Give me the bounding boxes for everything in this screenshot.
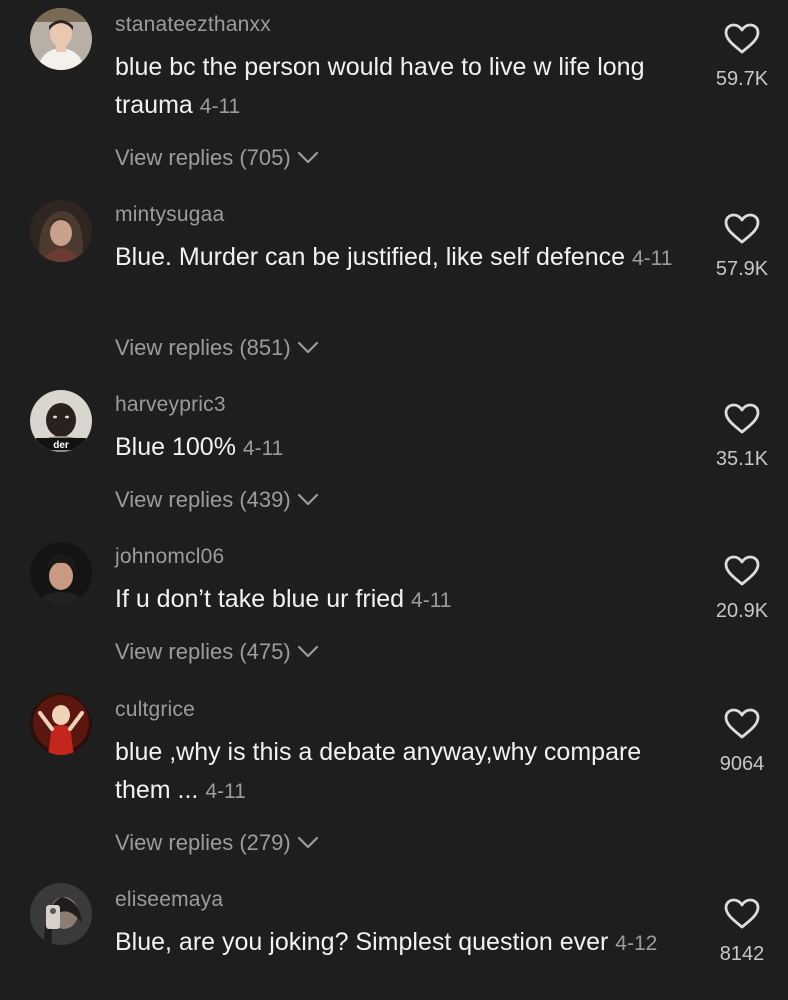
- view-replies-button[interactable]: View replies (279): [115, 830, 319, 856]
- chevron-down-icon: [297, 341, 319, 355]
- heart-icon: [724, 213, 760, 250]
- like-count: 35.1K: [715, 448, 769, 470]
- heart-icon: [724, 708, 760, 745]
- like-count: 9064: [719, 753, 765, 775]
- user-avatar[interactable]: [30, 8, 92, 70]
- like-count: 59.7K: [715, 68, 769, 90]
- view-replies-button[interactable]: View replies (705): [115, 145, 319, 171]
- comment-text-block: blue bc the person would have to live w …: [115, 48, 685, 126]
- like-button[interactable]: 59.7K: [700, 23, 784, 91]
- heart-icon: [724, 555, 760, 592]
- comment-date: 4-11: [242, 437, 284, 460]
- comment-username[interactable]: eliseemaya: [115, 888, 223, 912]
- comment-username[interactable]: stanateezthanxx: [115, 13, 271, 37]
- view-replies-button[interactable]: View replies (439): [115, 487, 319, 513]
- user-avatar[interactable]: [30, 693, 92, 755]
- like-button[interactable]: 20.9K: [700, 555, 784, 623]
- comment-text: blue ,why is this a debate anyway,why co…: [115, 738, 642, 804]
- like-count: 57.9K: [715, 258, 769, 280]
- comment-username[interactable]: cultgrice: [115, 698, 195, 722]
- chevron-down-icon: [297, 151, 319, 165]
- comment-text: Blue, are you joking? Simplest question …: [115, 928, 609, 956]
- comment-text-block: Blue. Murder can be justified, like self…: [115, 238, 685, 278]
- comment-text: Blue 100%: [115, 433, 236, 461]
- avatar-caption: der: [53, 440, 69, 451]
- view-replies-label: View replies (851): [115, 335, 291, 360]
- comment-date: 4-11: [205, 780, 246, 803]
- heart-icon: [724, 403, 760, 440]
- comment-date: 4-11: [199, 95, 241, 118]
- comment-text: blue bc the person would have to live w …: [115, 53, 645, 119]
- chevron-down-icon: [297, 493, 319, 507]
- comment-username[interactable]: johnomcl06: [115, 545, 224, 569]
- view-replies-label: View replies (439): [115, 487, 291, 512]
- user-avatar[interactable]: [30, 542, 92, 604]
- view-replies-label: View replies (475): [115, 639, 291, 664]
- comment-text: If u don’t take blue ur fried: [115, 585, 405, 613]
- like-button[interactable]: 35.1K: [700, 403, 784, 471]
- comment-text-block: blue ,why is this a debate anyway,why co…: [115, 733, 685, 811]
- heart-icon: [724, 23, 760, 60]
- comment-username[interactable]: mintysugaa: [115, 203, 224, 227]
- comment-text-block: If u don’t take blue ur fried 4-11: [115, 580, 685, 620]
- user-avatar[interactable]: der: [30, 390, 92, 452]
- like-count: 8142: [719, 943, 765, 965]
- chevron-down-icon: [297, 645, 319, 659]
- comment-username[interactable]: harveypric3: [115, 393, 226, 417]
- comment-date: 4-12: [615, 932, 658, 955]
- like-button[interactable]: 9064: [700, 708, 784, 776]
- like-button[interactable]: 57.9K: [700, 213, 784, 281]
- comment-text-block: Blue 100% 4-11: [115, 428, 685, 468]
- chevron-down-icon: [297, 836, 319, 850]
- like-button[interactable]: 8142: [700, 898, 784, 966]
- user-avatar[interactable]: [30, 883, 92, 945]
- view-replies-label: View replies (705): [115, 145, 291, 170]
- view-replies-label: View replies (279): [115, 830, 291, 855]
- comment-text: Blue. Murder can be justified, like self…: [115, 243, 625, 271]
- comment-text-block: Blue, are you joking? Simplest question …: [115, 923, 685, 963]
- view-replies-button[interactable]: View replies (851): [115, 335, 319, 361]
- heart-icon: [724, 898, 760, 935]
- user-avatar[interactable]: [30, 200, 92, 262]
- view-replies-button[interactable]: View replies (475): [115, 639, 319, 665]
- comment-date: 4-11: [631, 247, 673, 270]
- comment-date: 4-11: [411, 589, 452, 612]
- like-count: 20.9K: [715, 600, 769, 622]
